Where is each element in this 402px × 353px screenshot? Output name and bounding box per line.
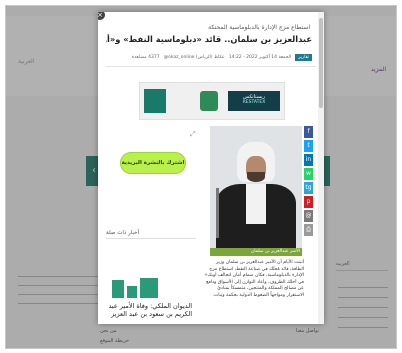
modal-scrollbar-thumb[interactable]	[319, 18, 323, 108]
telegram-icon[interactable]: tg	[304, 182, 313, 194]
close-button[interactable]: ×	[98, 12, 105, 20]
expand-icon[interactable]: ⤢	[190, 130, 196, 139]
divider	[106, 66, 316, 67]
photo-shape	[216, 188, 219, 238]
pinterest-icon[interactable]: p	[304, 196, 313, 208]
ad-title: ريستاتكس	[243, 94, 265, 100]
print-icon[interactable]: ⎙	[304, 224, 313, 236]
okaz-logo[interactable]	[112, 276, 160, 300]
email-icon[interactable]: @	[304, 210, 313, 222]
logo-shape	[112, 280, 124, 298]
ad-subtitle: RESTATEX	[242, 100, 266, 105]
article-meta: تقارير الجمعة 14 أكتوبر 2022 - 14:22 عكا…	[132, 52, 312, 62]
ad-banner[interactable]: ريستاتكس RESTATEX	[139, 82, 285, 120]
related-news-heading: أخبار ذات صلة	[106, 230, 140, 236]
photo-shape	[246, 184, 266, 224]
article-author[interactable]: عكاظ (الرياض) okaz_online@	[164, 55, 225, 60]
article-views: 4377 مشاهدة	[131, 54, 160, 60]
photo-caption: الأمير عبدالعزيز بن سلمان	[210, 248, 302, 256]
browser-frame: العربية المزيد ‹ › العربية تواصل معنا من…	[5, 5, 397, 349]
twitter-icon[interactable]: t	[304, 140, 313, 152]
share-bar: f t in w tg p @ ⎙	[304, 126, 313, 238]
article-date: الجمعة 14 أكتوبر 2022 - 14:22	[228, 54, 292, 60]
photo-shape	[247, 172, 265, 182]
divider	[106, 238, 196, 239]
category-badge[interactable]: تقارير	[295, 53, 312, 61]
logo-shape	[127, 286, 137, 298]
newsletter-subscribe-button[interactable]: اشترك بالنشرة البريدية	[120, 152, 186, 174]
ad-emblem-icon	[200, 91, 218, 111]
related-article-title[interactable]: الديوان الملكي: وفاة الأمير عبد الكريم ب…	[106, 302, 192, 318]
whatsapp-icon[interactable]: w	[304, 168, 313, 180]
logo-shape	[140, 278, 158, 298]
facebook-icon[interactable]: f	[304, 126, 313, 138]
ad-restatex-logo: ريستاتكس RESTATEX	[228, 91, 280, 111]
article-kicker: استطاع مزج الإدارة بالدبلوماسية المحنكة	[208, 24, 310, 31]
linkedin-icon[interactable]: in	[304, 154, 313, 166]
ad-logo-icon	[144, 89, 166, 113]
article-photo[interactable]	[210, 126, 302, 248]
article-headline: عبدالعزيز بن سلمان.. قائد «دبلوماسية الن…	[106, 34, 312, 44]
article-modal: × استطاع مزج الإدارة بالدبلوماسية المحنك…	[98, 12, 324, 324]
article-body: أثبتت الأيام أن الأمير عبدالعزيز بن سلما…	[204, 260, 304, 298]
